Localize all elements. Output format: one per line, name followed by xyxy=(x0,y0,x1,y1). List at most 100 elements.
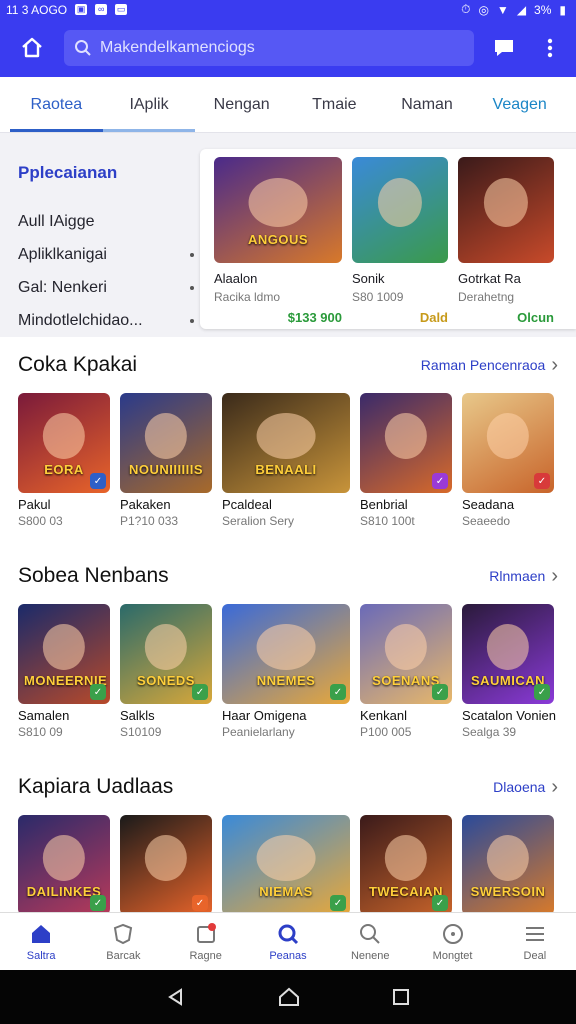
search-input[interactable]: Makendelkamenciogs xyxy=(64,30,474,66)
game-subtitle: Seralion Sery xyxy=(222,514,295,528)
badge-icon: ✓ xyxy=(330,684,346,700)
nav-item[interactable]: Ragne xyxy=(165,913,247,970)
home-system-icon[interactable] xyxy=(278,987,300,1007)
game-row: MONEERNIE ✓ Samalen S810 09 SONEDS ✓ Salkls S10… xyxy=(18,604,576,739)
nav-label: Nenene xyxy=(350,949,390,962)
section-title: Kapiara Uadlaas xyxy=(18,775,174,798)
section-header: Coka Kpakai Raman Pencenraoa › xyxy=(18,337,576,393)
chevron-right-icon: › xyxy=(551,775,558,798)
game-card[interactable]: SOENANS ✓ Kenkanl P100 005 xyxy=(360,604,452,739)
category-label: Gal: Nenkeri xyxy=(18,278,107,296)
game-art: NNEMES ✓ xyxy=(222,604,350,704)
nav-label: Barcak xyxy=(106,949,141,962)
game-subtitle: S810 09 xyxy=(18,725,63,739)
game-subtitle: S810 100t xyxy=(360,514,415,528)
character-figure xyxy=(486,835,530,881)
nav-item[interactable]: Deal xyxy=(494,913,576,970)
category-label: Apliklkanigai xyxy=(18,245,107,263)
chevron-right-icon: › xyxy=(551,564,558,587)
tab-3[interactable]: Nengan xyxy=(195,77,288,132)
character-figure xyxy=(486,624,530,670)
nav-item[interactable]: Saltra xyxy=(0,913,82,970)
recents-icon[interactable] xyxy=(392,988,410,1006)
app-bar: Makendelkamenciogs xyxy=(0,19,576,77)
character-figure xyxy=(384,835,428,881)
character-figure xyxy=(42,835,86,881)
see-more-link[interactable]: Rlnmaen › xyxy=(489,565,558,588)
sections: Coka Kpakai Raman Pencenraoa › EORA ✓ Pakul S8… xyxy=(0,337,576,946)
tab-1[interactable]: Raotea xyxy=(10,77,103,132)
game-card[interactable]: ✓ Seadana Seaeedo xyxy=(462,393,554,528)
tab-2[interactable]: IAplik xyxy=(102,77,196,132)
character-figure xyxy=(486,413,530,459)
chevron-right-icon: › xyxy=(551,353,558,376)
back-icon[interactable] xyxy=(166,987,186,1007)
game-name: Pcaldeal xyxy=(222,497,272,512)
game-name: Gotrkat Ra xyxy=(458,271,521,286)
game-art: ANGOUS xyxy=(214,157,342,263)
sync-icon: ◎ xyxy=(478,2,489,17)
game-subtitle: S80 1009 xyxy=(352,290,404,304)
character-figure xyxy=(42,624,86,670)
nav-item[interactable]: Peanas xyxy=(247,913,329,970)
game-price: Olcun xyxy=(517,310,554,325)
status-bar: 11 3 AOGO ▣ ∞ ▭ ⏱ ◎ ▼ ◢ 3% ▮ xyxy=(0,0,576,19)
nav-item[interactable]: Barcak xyxy=(82,913,164,970)
game-logo-text: NOUNIIIIIIS xyxy=(128,462,204,477)
section-header: Kapiara Uadlaas Dlaoena › xyxy=(18,759,576,815)
game-art: ✓ xyxy=(360,393,452,493)
game-card[interactable]: SONEDS ✓ Salkls S10109 xyxy=(120,604,212,739)
tab-4[interactable]: Tmaie xyxy=(288,77,381,132)
character-figure xyxy=(483,178,529,227)
search-icon xyxy=(278,924,299,944)
character-figure xyxy=(42,413,86,459)
game-logo-text: BENAALI xyxy=(255,462,317,477)
game-subtitle: Racika ldmo xyxy=(214,290,281,304)
game-subtitle: Seaeedo xyxy=(462,514,511,528)
featured-game[interactable]: Sonik S80 1009 Dald xyxy=(352,157,448,329)
game-subtitle: Sealga 39 xyxy=(462,725,517,739)
character-figure xyxy=(377,178,423,227)
badge-icon: ✓ xyxy=(432,895,448,911)
game-card[interactable]: EORA ✓ Pakul S800 03 xyxy=(18,393,110,528)
badge-icon: ✓ xyxy=(90,473,106,489)
game-card[interactable]: NNEMES ✓ Haar Omigena Peanielarlany xyxy=(222,604,350,739)
featured-game[interactable]: ANGOUS Alaalon Racika ldmo $133 900 xyxy=(214,157,342,329)
featured-game[interactable]: Gotrkat Ra Derahetng Olcun xyxy=(458,157,554,329)
bullet-icon xyxy=(190,252,194,257)
game-card[interactable]: SAUMICAN ✓ Scatalon Vonien Sealga 39 xyxy=(462,604,556,739)
game-art: ✓ xyxy=(120,815,212,915)
more-vert-icon xyxy=(547,38,553,58)
more-button[interactable] xyxy=(534,30,566,66)
game-art: NOUNIIIIIIS xyxy=(120,393,212,493)
nav-item[interactable]: Nenene xyxy=(329,913,411,970)
category-item[interactable]: Aull IAigge xyxy=(18,205,194,238)
game-card[interactable]: MONEERNIE ✓ Samalen S810 09 xyxy=(18,604,110,739)
game-art: SONEDS ✓ xyxy=(120,604,212,704)
see-more-link[interactable]: Raman Pencenraoa › xyxy=(421,354,558,377)
character-figure xyxy=(248,178,308,227)
game-section: Sobea Nenbans Rlnmaen › MONEERNIE ✓ Samalen S8… xyxy=(0,548,576,759)
bullet-icon xyxy=(190,285,194,290)
featured-area: Pplecaianan Aull IAigge Apliklkanigai Ga… xyxy=(0,133,576,329)
game-card[interactable]: ✓ Benbrial S810 100t xyxy=(360,393,452,528)
home-button[interactable] xyxy=(14,30,50,66)
category-item[interactable]: Gal: Nenkeri xyxy=(18,271,194,304)
tab-5[interactable]: Naman xyxy=(381,77,474,132)
game-name: Pakaken xyxy=(120,497,171,512)
chat-button[interactable] xyxy=(488,30,520,66)
search-placeholder: Makendelkamenciogs xyxy=(100,39,255,56)
game-name: Salkls xyxy=(120,708,155,723)
game-card[interactable]: BENAALI Pcaldeal Seralion Sery xyxy=(222,393,350,528)
character-figure xyxy=(384,413,428,459)
nav-item[interactable]: Mongtet xyxy=(411,913,493,970)
tab-6[interactable]: Veagen xyxy=(473,77,566,132)
game-card[interactable]: NOUNIIIIIIS Pakaken P1?10 033 xyxy=(120,393,212,528)
see-more-link[interactable]: Dlaoena › xyxy=(493,776,558,799)
badge-icon: ✓ xyxy=(90,895,106,911)
game-art: SWERSOIN xyxy=(462,815,554,915)
category-item[interactable]: Mindotlelchidao... xyxy=(18,304,194,337)
category-item[interactable]: Apliklkanigai xyxy=(18,238,194,271)
game-name: Scatalon Vonien xyxy=(462,708,556,723)
